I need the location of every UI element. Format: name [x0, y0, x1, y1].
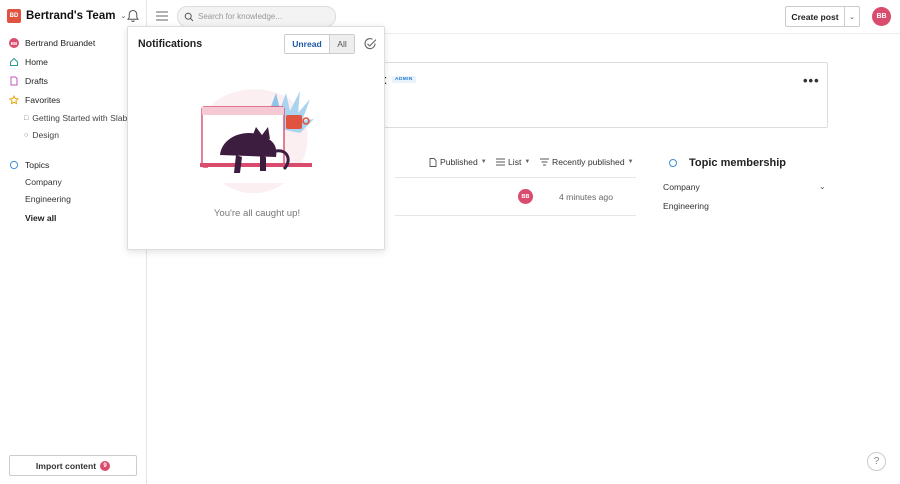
published-filter-label: Published: [440, 157, 478, 167]
menu-icon[interactable]: [155, 10, 169, 22]
post-timestamp: 4 minutes ago: [559, 192, 613, 202]
notifications-title: Notifications: [138, 38, 203, 50]
topic-membership-icon: [669, 159, 677, 167]
notifications-popover: Notifications Unread All You're all caug…: [127, 26, 385, 250]
chevron-down-icon: ▼: [480, 159, 487, 165]
search-input[interactable]: [198, 12, 328, 21]
mark-all-read-icon[interactable]: [363, 37, 377, 51]
view-all-topics-link[interactable]: View all: [25, 213, 56, 223]
chevron-down-icon[interactable]: ⌄: [819, 182, 826, 191]
view-mode-label: List: [508, 157, 522, 167]
search-icon: [184, 12, 194, 21]
sleeping-cat-illustration: [200, 89, 314, 194]
sidebar-item-label: Bertrand Bruandet: [25, 38, 96, 48]
list-icon: [496, 158, 505, 166]
search-bar[interactable]: [177, 6, 336, 27]
team-switcher[interactable]: BD Bertrand's Team ⌄: [7, 9, 126, 23]
more-options-icon[interactable]: •••: [803, 73, 820, 88]
import-count-badge: 9: [100, 460, 111, 471]
document-icon: □: [24, 114, 29, 122]
membership-topic-engineering[interactable]: Engineering: [663, 201, 709, 211]
sidebar-item-user[interactable]: BB Bertrand Bruandet: [9, 38, 95, 48]
sidebar-topic-company[interactable]: Company: [25, 177, 62, 187]
bell-icon[interactable]: [126, 9, 140, 23]
help-button[interactable]: ?: [867, 452, 886, 471]
user-avatar[interactable]: BB: [872, 7, 891, 26]
chevron-down-icon: ▼: [627, 159, 634, 165]
import-content-label: Import content: [35, 460, 97, 471]
tab-unread[interactable]: Unread: [285, 35, 329, 53]
notifications-filter-tabs: Unread All: [284, 34, 355, 54]
view-mode-filter[interactable]: List ▼: [496, 157, 530, 167]
favorite-item-label: Getting Started with Slab: [32, 113, 128, 123]
topic-icon: ○: [24, 131, 29, 139]
team-name: Bertrand's Team: [26, 10, 116, 22]
sort-icon: [540, 158, 549, 166]
document-icon: [429, 157, 437, 167]
admin-badge: ADMIN: [392, 76, 416, 83]
topic-membership-title: Topic membership: [689, 157, 786, 169]
import-content-button[interactable]: Import content 9: [9, 455, 137, 476]
favorite-item-label: Design: [32, 130, 59, 140]
avatar: BB: [9, 38, 19, 48]
sidebar-item-label: Home: [25, 57, 48, 67]
published-filter[interactable]: Published ▼: [429, 157, 487, 167]
sidebar: BD Bertrand's Team ⌄ BB Bertrand Bruande…: [0, 0, 147, 484]
list-divider: [395, 215, 636, 216]
chevron-down-icon: ▼: [524, 159, 531, 165]
sidebar-item-topics[interactable]: Topics: [9, 160, 49, 170]
tab-all[interactable]: All: [329, 35, 354, 53]
draft-icon: [10, 76, 18, 86]
profile-card: [315, 62, 828, 128]
list-divider: [395, 177, 636, 178]
home-icon: [10, 57, 18, 66]
favorite-item-getting-started[interactable]: □ Getting Started with Slab: [24, 113, 127, 123]
sidebar-item-drafts[interactable]: Drafts: [9, 76, 48, 86]
chevron-down-icon[interactable]: ⌄: [844, 7, 859, 26]
create-post-label: Create post: [791, 11, 839, 22]
sidebar-item-home[interactable]: Home: [9, 57, 48, 67]
topics-icon: [9, 160, 19, 170]
create-post-button[interactable]: Create post ⌄: [785, 6, 860, 27]
post-author-avatar[interactable]: BB: [518, 189, 533, 204]
star-icon: [9, 95, 19, 105]
membership-topic-company[interactable]: Company: [663, 182, 700, 192]
sort-filter[interactable]: Recently published ▼: [540, 157, 634, 167]
team-logo: BD: [7, 9, 21, 23]
favorite-item-design[interactable]: ○ Design: [24, 130, 59, 140]
empty-state-message: You're all caught up!: [213, 208, 301, 219]
sort-filter-label: Recently published: [552, 157, 625, 167]
sidebar-item-label: Favorites: [25, 95, 61, 105]
sidebar-item-label: Topics: [25, 160, 50, 170]
sidebar-topic-engineering[interactable]: Engineering: [25, 194, 71, 204]
sidebar-item-favorites[interactable]: Favorites: [9, 95, 60, 105]
sidebar-item-label: Drafts: [25, 76, 48, 86]
